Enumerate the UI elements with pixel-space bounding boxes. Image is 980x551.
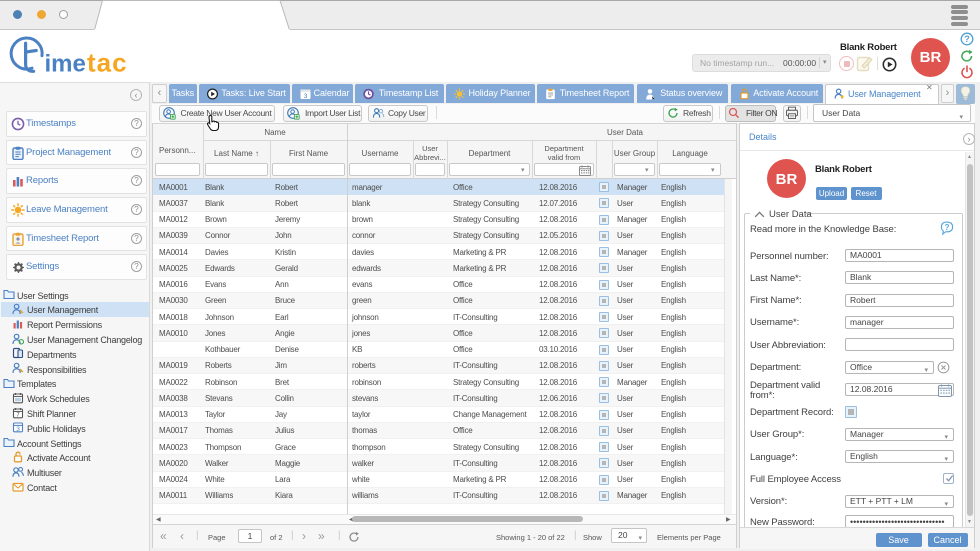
svg-text:tac: tac: [87, 48, 128, 78]
svg-text:3: 3: [304, 93, 308, 100]
svg-text:?: ?: [964, 34, 970, 44]
svg-text:ime: ime: [45, 51, 86, 78]
svg-text:?: ?: [945, 223, 950, 232]
